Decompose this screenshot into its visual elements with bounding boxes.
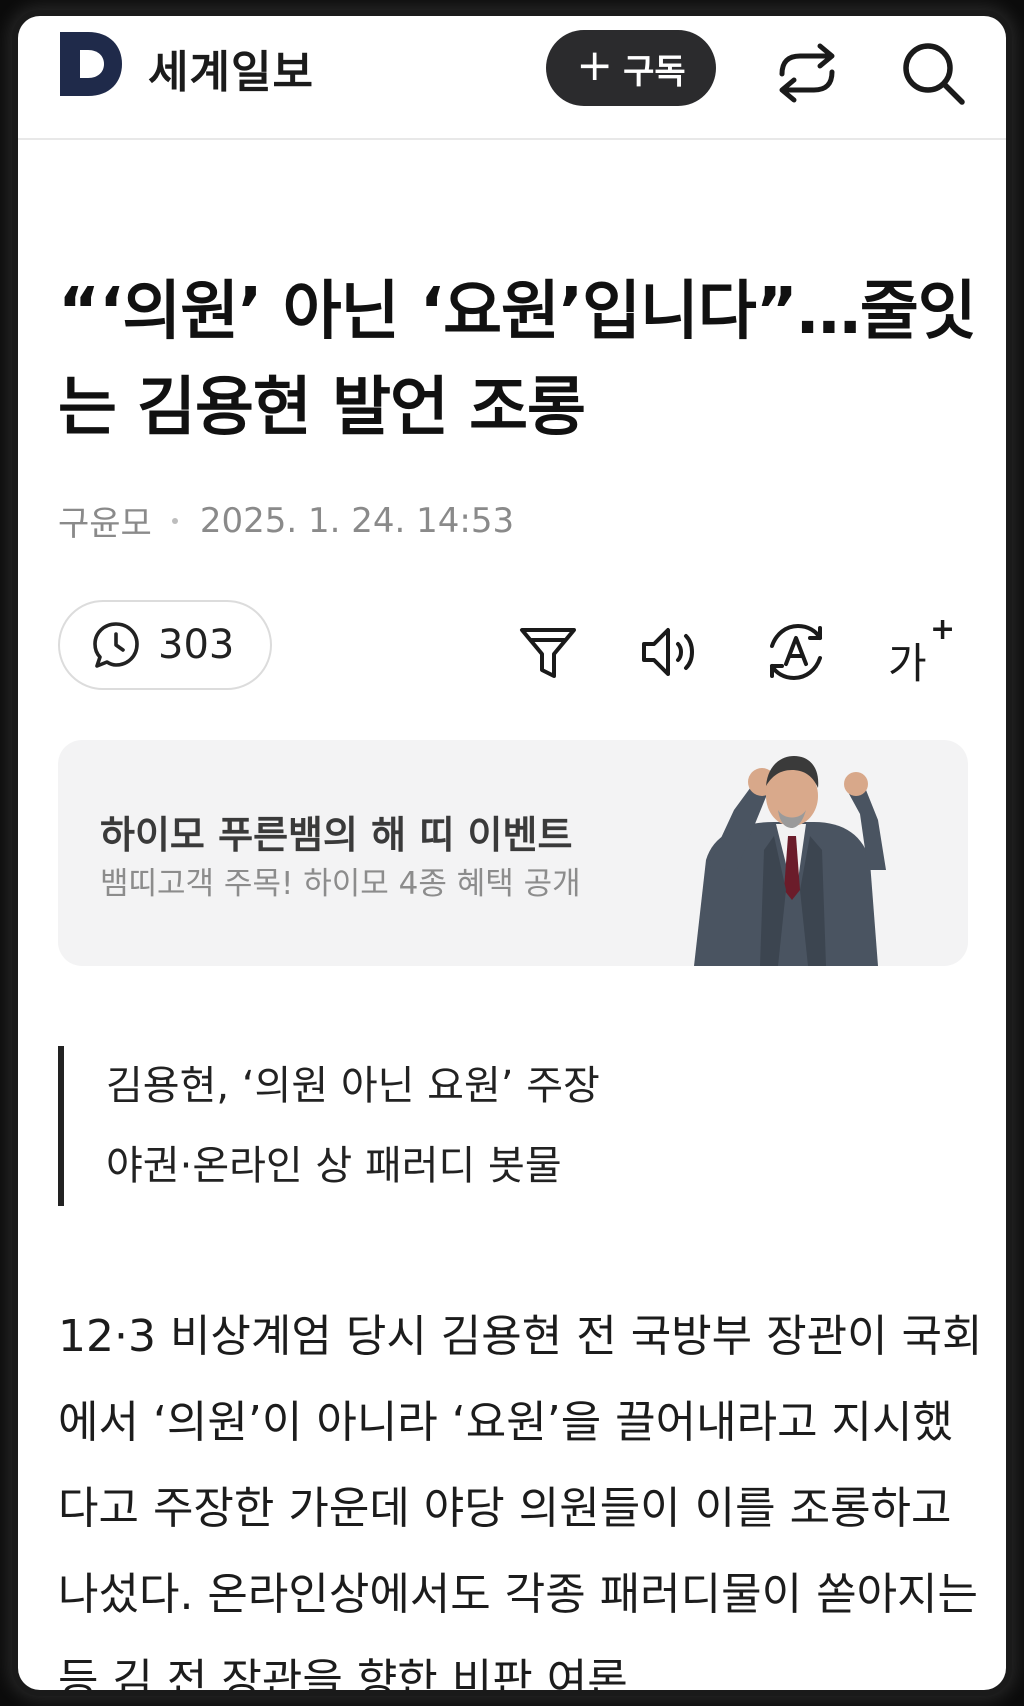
font-size-plus: + xyxy=(930,612,956,647)
font-size-button[interactable]: 가 + xyxy=(888,612,955,688)
comment-count: 303 xyxy=(158,622,235,668)
translate-icon[interactable] xyxy=(764,620,828,684)
summary-line: 김용현, ‘의원 아닌 요원’ 주장 xyxy=(106,1063,600,1109)
author-name[interactable]: 구윤모 xyxy=(58,496,152,545)
ad-title: 하이모 푸른뱀의 해 띠 이벤트 xyxy=(100,813,573,857)
ad-banner[interactable]: 하이모 푸른뱀의 해 띠 이벤트 뱀띠고객 주목! 하이모 4종 혜택 공개 xyxy=(58,740,968,966)
article-screen: 세계일보 + 구독 “‘의원’ 아닌 ‘요원’입니다”…줄잇는 김용현 발언 조… xyxy=(18,16,1006,1690)
article-summary: 김용현, ‘의원 아닌 요원’ 주장 야권·온라인 상 패러디 봇물 xyxy=(58,1046,600,1206)
subscribe-label: 구독 xyxy=(623,51,686,92)
share-icon[interactable] xyxy=(772,38,842,108)
publish-date: 2025. 1. 24. 14:53 xyxy=(199,500,515,541)
subscribe-button[interactable]: + 구독 xyxy=(546,30,716,106)
top-bar: 세계일보 + 구독 xyxy=(18,16,1006,140)
ad-model-image xyxy=(694,756,886,966)
article-title: “‘의원’ 아닌 ‘요원’입니다”…줄잇는 김용현 발언 조롱 xyxy=(58,275,977,445)
brand-name[interactable]: 세계일보 xyxy=(148,36,314,100)
meta-separator xyxy=(171,517,178,524)
ad-subtitle: 뱀띠고객 주목! 하이모 4종 혜택 공개 xyxy=(100,866,581,902)
summary-line: 야권·온라인 상 패러디 봇물 xyxy=(106,1143,562,1189)
comment-icon xyxy=(93,622,139,668)
article-body: 12·3 비상계엄 당시 김용현 전 국방부 장관이 국회에서 ‘의원’이 아니… xyxy=(58,1311,983,1690)
logo-icon[interactable] xyxy=(58,30,124,98)
summary-icon[interactable] xyxy=(516,620,580,684)
article-meta: 구윤모 2025. 1. 24. 14:53 xyxy=(58,496,514,545)
listen-icon[interactable] xyxy=(638,620,702,684)
search-icon[interactable] xyxy=(898,38,968,108)
comments-button[interactable]: 303 xyxy=(58,600,272,690)
font-size-icon: 가 xyxy=(888,639,927,688)
plus-icon: + xyxy=(576,40,614,91)
